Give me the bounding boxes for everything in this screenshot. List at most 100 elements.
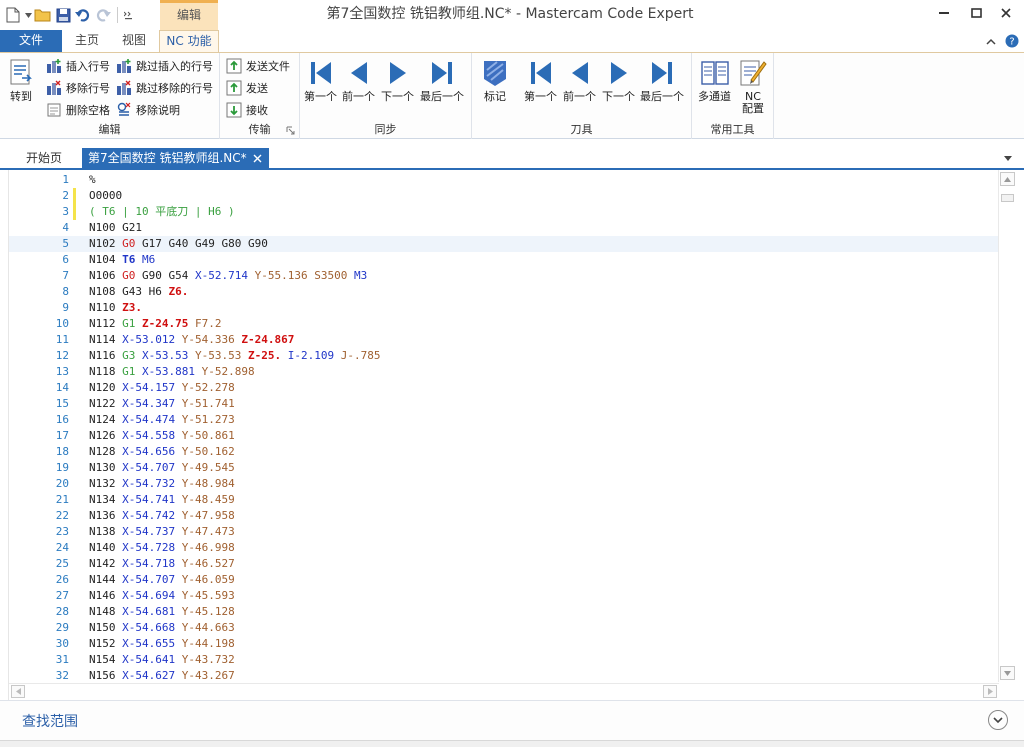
remove-comments-button[interactable]: 移除说明 <box>116 100 180 120</box>
code-line[interactable]: 29 N150 X-54.668 Y-44.663 <box>9 620 999 636</box>
nc-config-button[interactable]: NC 配置 <box>738 57 768 115</box>
new-file-icon[interactable] <box>4 6 22 24</box>
scrollbar-thumb[interactable] <box>1001 194 1014 202</box>
code-line[interactable]: 20 N132 X-54.732 Y-48.984 <box>9 476 999 492</box>
send-button[interactable]: 发送 <box>226 78 268 98</box>
first-arrow-icon <box>306 57 336 89</box>
tab-nc-file[interactable]: 第7全国数控 铣铝教师组.NC* <box>82 148 269 168</box>
sync-first-button[interactable]: 第一个 <box>304 57 337 103</box>
scroll-right-button[interactable] <box>983 685 997 698</box>
multichannel-button[interactable]: 多通道 <box>698 57 731 103</box>
code-line[interactable]: 26 N144 X-54.707 Y-46.059 <box>9 572 999 588</box>
code-line[interactable]: 27 N146 X-54.694 Y-45.593 <box>9 588 999 604</box>
code-token: Y-50.861 <box>175 429 235 442</box>
sync-previous-label: 前一个 <box>342 90 375 103</box>
sync-last-button[interactable]: 最后一个 <box>420 57 464 103</box>
skip-remove-line-numbers-button[interactable]: 跳过移除的行号 <box>116 78 213 98</box>
undo-icon[interactable] <box>74 6 92 24</box>
code-line[interactable]: 9 N110 Z3. <box>9 300 999 316</box>
code-line[interactable]: 23 N138 X-54.737 Y-47.473 <box>9 524 999 540</box>
code-token: N150 <box>89 621 123 634</box>
help-icon[interactable]: ? <box>1003 32 1021 50</box>
tool-last-button[interactable]: 最后一个 <box>640 57 684 103</box>
code-editor[interactable]: 1% 2 O0000 3( T6 | 10 平底刀 | H6 ) 4 N100 G21 5 N… <box>8 170 1016 700</box>
sync-next-label: 下一个 <box>381 90 414 103</box>
tab-view[interactable]: 视图 <box>112 30 156 52</box>
tab-start-page[interactable]: 开始页 <box>20 148 68 168</box>
code-line[interactable]: 32 N156 X-54.627 Y-43.267 <box>9 668 999 682</box>
skip-insert-line-numbers-button[interactable]: 跳过插入的行号 <box>116 56 213 76</box>
remove-line-numbers-label: 移除行号 <box>66 82 110 95</box>
code-line[interactable]: 24 N140 X-54.728 Y-46.998 <box>9 540 999 556</box>
dialog-launcher-icon[interactable] <box>286 126 295 135</box>
maximize-button[interactable] <box>962 2 990 24</box>
code-line[interactable]: 22 N136 X-54.742 Y-47.958 <box>9 508 999 524</box>
code-text: ( T6 | 10 平底刀 | H6 ) <box>89 204 235 220</box>
sync-previous-button[interactable]: 前一个 <box>342 57 375 103</box>
code-text: O0000 <box>89 188 122 204</box>
code-line[interactable]: 17 N126 X-54.558 Y-50.861 <box>9 428 999 444</box>
code-line[interactable]: 18 N128 X-54.656 Y-50.162 <box>9 444 999 460</box>
close-tab-icon[interactable] <box>251 148 265 168</box>
code-line[interactable]: 30 N152 X-54.655 Y-44.198 <box>9 636 999 652</box>
code-line[interactable]: 10 N112 G1 Z-24.75 F7.2 <box>9 316 999 332</box>
code-line[interactable]: 6 N104 T6 M6 <box>9 252 999 268</box>
code-line[interactable]: 19 N130 X-54.707 Y-49.545 <box>9 460 999 476</box>
code-line[interactable]: 31 N154 X-54.641 Y-43.732 <box>9 652 999 668</box>
tab-list-dropdown-icon[interactable] <box>1002 152 1014 164</box>
code-line[interactable]: 4 N100 G21 <box>9 220 999 236</box>
customize-toolbar-icon[interactable] <box>123 6 133 24</box>
send-file-button[interactable]: 发送文件 <box>226 56 290 76</box>
find-scope-label[interactable]: 查找范围 <box>22 711 78 731</box>
code-line[interactable]: 13 N118 G1 X-53.881 Y-52.898 <box>9 364 999 380</box>
chevron-down-icon[interactable] <box>24 6 32 24</box>
scroll-down-button[interactable] <box>1000 666 1015 680</box>
code-token: N144 <box>89 573 123 586</box>
tab-file[interactable]: 文件 <box>0 30 62 52</box>
close-window-button[interactable] <box>992 2 1020 24</box>
code-line[interactable]: 5 N102 G0 G17 G40 G49 G80 G90 <box>9 236 999 252</box>
code-text: N136 X-54.742 Y-47.958 <box>89 508 235 524</box>
scroll-left-button[interactable] <box>11 685 25 698</box>
code-lines[interactable]: 1% 2 O0000 3( T6 | 10 平底刀 | H6 ) 4 N100 G21 5 N… <box>9 170 999 682</box>
code-token: X-54.694 <box>122 589 176 602</box>
horizontal-scrollbar[interactable] <box>9 683 999 699</box>
receive-button[interactable]: 接收 <box>226 100 268 120</box>
tab-home[interactable]: 主页 <box>62 30 112 52</box>
scroll-up-button[interactable] <box>1000 172 1015 186</box>
remove-line-numbers-button[interactable]: 移除行号 <box>46 78 110 98</box>
remove-spaces-button[interactable]: 删除空格 <box>46 100 110 120</box>
code-line[interactable]: 21 N134 X-54.741 Y-48.459 <box>9 492 999 508</box>
tool-first-button[interactable]: 第一个 <box>524 57 557 103</box>
code-token: X-54.474 <box>122 413 176 426</box>
code-line[interactable]: 2 O0000 <box>9 188 999 204</box>
code-line[interactable]: 3 ( T6 | 10 平底刀 | H6 ) <box>9 204 999 220</box>
code-token: N136 <box>89 509 123 522</box>
collapse-ribbon-icon[interactable] <box>982 32 1000 50</box>
code-line[interactable]: 28 N148 X-54.681 Y-45.128 <box>9 604 999 620</box>
tool-previous-button[interactable]: 前一个 <box>563 57 596 103</box>
code-line[interactable]: 8 N108 G43 H6 Z6. <box>9 284 999 300</box>
save-icon[interactable] <box>54 6 72 24</box>
code-token: X-54.728 <box>122 541 176 554</box>
sync-next-button[interactable]: 下一个 <box>381 57 414 103</box>
code-line[interactable]: 25 N142 X-54.718 Y-46.527 <box>9 556 999 572</box>
tool-next-button[interactable]: 下一个 <box>602 57 635 103</box>
code-line[interactable]: 16 N124 X-54.474 Y-51.273 <box>9 412 999 428</box>
code-line[interactable]: 11 N114 X-53.012 Y-54.336 Z-24.867 <box>9 332 999 348</box>
line-number: 29 <box>55 621 69 634</box>
expand-find-icon[interactable] <box>988 710 1008 730</box>
tab-nc-functions[interactable]: NC 功能 <box>159 30 219 52</box>
open-folder-icon[interactable] <box>34 6 52 24</box>
mark-button[interactable]: 标记 <box>480 57 510 103</box>
redo-icon[interactable] <box>94 6 112 24</box>
code-line[interactable]: 14 N120 X-54.157 Y-52.278 <box>9 380 999 396</box>
vertical-scrollbar[interactable] <box>998 170 1016 682</box>
code-line[interactable]: 1% <box>9 172 999 188</box>
code-line[interactable]: 12 N116 G3 X-53.53 Y-53.53 Z-25. I-2.109 … <box>9 348 999 364</box>
goto-button[interactable]: 转到 <box>6 57 36 103</box>
insert-line-numbers-button[interactable]: 插入行号 <box>46 56 110 76</box>
minimize-button[interactable] <box>930 2 958 24</box>
code-line[interactable]: 15 N122 X-54.347 Y-51.741 <box>9 396 999 412</box>
code-line[interactable]: 7 N106 G0 G90 G54 X-52.714 Y-55.136 S3500… <box>9 268 999 284</box>
